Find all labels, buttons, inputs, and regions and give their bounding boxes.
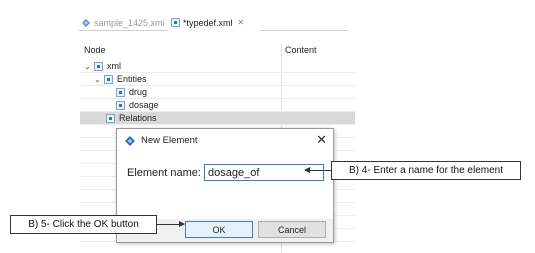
- element-icon: [116, 101, 125, 110]
- tree-row-entities[interactable]: ⌄ Entities: [80, 73, 355, 86]
- tree-node-label: xml: [107, 61, 121, 71]
- tree-row-drug[interactable]: drug: [80, 86, 355, 99]
- element-icon: [94, 62, 103, 71]
- tab-label: *typedef.xml: [183, 17, 233, 28]
- element-icon: [106, 114, 115, 123]
- xml-file-icon: [171, 18, 180, 27]
- element-icon: [104, 75, 113, 84]
- ok-button[interactable]: OK: [185, 221, 253, 238]
- tree-node-label: Entities: [117, 74, 147, 84]
- element-name-label: Element name:: [127, 167, 201, 179]
- eclipse-icon: [125, 136, 135, 146]
- chevron-down-icon[interactable]: ⌄: [94, 73, 101, 86]
- tab-close-icon[interactable]: ✕: [238, 18, 245, 27]
- tab-label: sample_1425.xmi: [94, 17, 165, 28]
- tab-typedef-xml[interactable]: *typedef.xml ✕: [171, 14, 244, 31]
- dialog-title: New Element: [141, 135, 198, 146]
- tree-node-label: Relations: [119, 113, 157, 123]
- cancel-button[interactable]: Cancel: [258, 221, 326, 238]
- dialog-body: Element name:: [117, 153, 333, 219]
- editor-tab-bar: sample_1425.xmi *typedef.xml ✕: [78, 14, 348, 32]
- tree-row-dosage[interactable]: dosage: [80, 99, 355, 112]
- tree-node-label: dosage: [129, 100, 159, 110]
- tree-row-relations[interactable]: Relations: [80, 112, 355, 125]
- callout-click-ok: B) 5- Click the OK button: [10, 215, 157, 234]
- close-icon[interactable]: ✕: [316, 132, 327, 148]
- element-icon: [116, 88, 125, 97]
- column-header-node[interactable]: Node: [84, 44, 106, 57]
- column-header-content[interactable]: Content: [285, 44, 317, 57]
- tree-node-label: drug: [129, 87, 148, 97]
- xmi-file-icon: [82, 18, 90, 27]
- callout-enter-name: B) 4- Enter a name for the element: [331, 161, 521, 180]
- chevron-down-icon[interactable]: ⌄: [84, 60, 91, 73]
- arrow-to-name-field: [304, 167, 331, 173]
- tree-row-xml[interactable]: ⌄ xml: [80, 60, 355, 73]
- arrow-to-ok-button: [157, 221, 185, 227]
- dialog-titlebar[interactable]: New Element ✕: [117, 129, 333, 153]
- tab-sample-xmi[interactable]: sample_1425.xmi: [81, 14, 165, 31]
